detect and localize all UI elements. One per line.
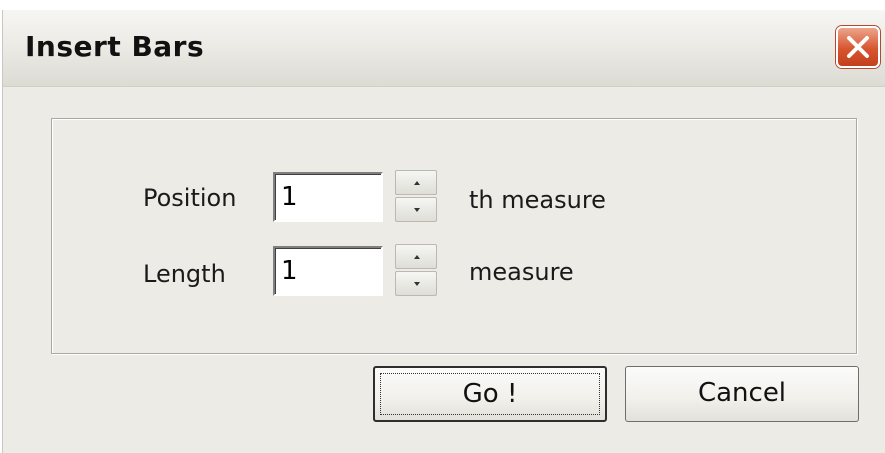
arrow-up-icon xyxy=(414,181,420,185)
arrow-down-icon xyxy=(414,208,420,212)
length-spinner xyxy=(395,244,437,296)
arrow-up-icon xyxy=(414,255,420,259)
position-suffix: th measure xyxy=(469,186,606,214)
position-spin-up-button[interactable] xyxy=(395,170,437,195)
position-spin-down-button[interactable] xyxy=(395,197,437,222)
length-input[interactable]: 1 xyxy=(273,246,383,296)
position-input[interactable]: 1 xyxy=(273,172,383,222)
position-spinner xyxy=(395,170,437,222)
go-button[interactable]: Go ! xyxy=(373,366,607,422)
arrow-down-icon xyxy=(414,282,420,286)
length-label: Length xyxy=(143,260,226,288)
focus-indicator xyxy=(380,373,600,415)
close-button[interactable] xyxy=(836,26,880,68)
close-icon xyxy=(847,36,869,58)
length-spin-down-button[interactable] xyxy=(395,271,437,296)
dialog-title: Insert Bars xyxy=(25,30,205,63)
position-label: Position xyxy=(143,184,237,212)
insert-bars-dialog: Insert Bars Position 1 th measure Length… xyxy=(2,10,885,453)
options-group xyxy=(51,118,857,354)
cancel-button-label: Cancel xyxy=(697,378,787,408)
cancel-button[interactable]: Cancel xyxy=(625,366,859,422)
length-suffix: measure xyxy=(469,258,574,286)
title-bar[interactable]: Insert Bars xyxy=(3,10,885,87)
length-spin-up-button[interactable] xyxy=(395,244,437,269)
